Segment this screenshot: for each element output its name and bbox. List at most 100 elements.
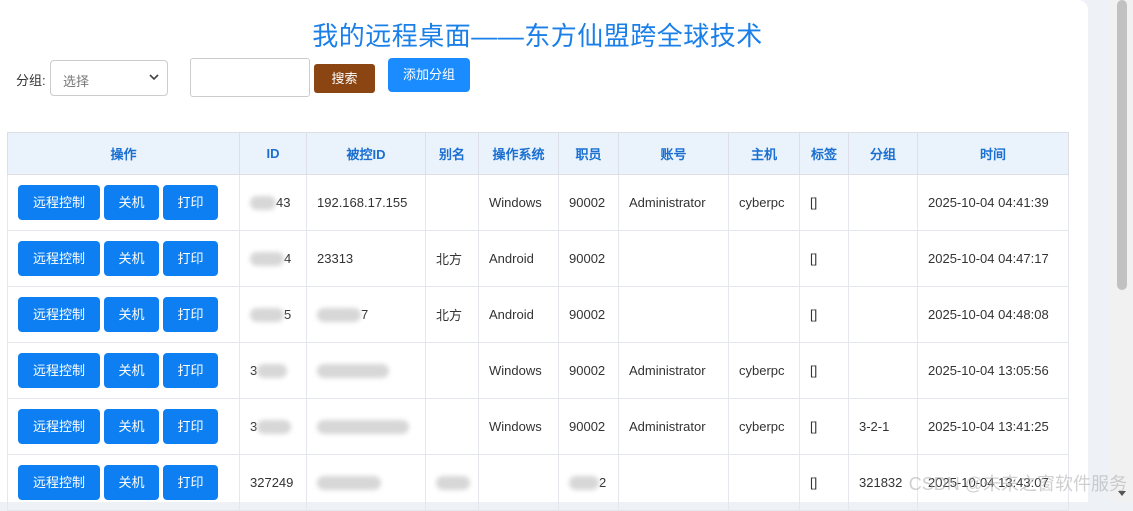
- redacted-blur: [250, 308, 284, 323]
- cell-os: Windows: [478, 398, 559, 455]
- cell-account: Administrator: [618, 398, 729, 455]
- cell-tag: []: [799, 454, 849, 511]
- scrollbar-thumb[interactable]: [1117, 0, 1127, 290]
- remote-control-button[interactable]: 远程控制: [18, 409, 100, 444]
- cell-staff: 90002: [558, 342, 619, 399]
- print-button[interactable]: 打印: [163, 241, 218, 276]
- cell-time: 2025-10-04 04:41:39: [917, 174, 1069, 231]
- col-header-tag: 标签: [799, 132, 849, 175]
- print-button[interactable]: 打印: [163, 409, 218, 444]
- col-header-group: 分组: [848, 132, 918, 175]
- shutdown-button[interactable]: 关机: [104, 465, 159, 500]
- device-table: 操作 ID 被控ID 别名 操作系统 职员 账号 主机 标签 分组 时间 远程控…: [7, 132, 1069, 511]
- cell-host: cyberpc: [728, 342, 800, 399]
- add-group-button[interactable]: 添加分组: [388, 58, 470, 92]
- vertical-scrollbar[interactable]: [1110, 0, 1133, 502]
- cell-staff: 90002: [558, 398, 619, 455]
- cell-alias: [425, 454, 479, 511]
- cell-host: [728, 230, 800, 287]
- cell-host: cyberpc: [728, 398, 800, 455]
- table-row: 远程控制 关机 打印 5 7 北方 Android 90002 [] 2025-10…: [7, 286, 1069, 343]
- cell-controlled-id: [306, 342, 426, 399]
- cell-tag: []: [799, 398, 849, 455]
- col-header-os: 操作系统: [478, 132, 559, 175]
- cell-tag: []: [799, 174, 849, 231]
- shutdown-button[interactable]: 关机: [104, 185, 159, 220]
- cell-time: 2025-10-04 13:05:56: [917, 342, 1069, 399]
- cell-group: [848, 174, 918, 231]
- cell-staff: 90002: [558, 286, 619, 343]
- cell-alias: [425, 398, 479, 455]
- row-actions: 远程控制 关机 打印: [7, 230, 240, 287]
- redacted-blur: [436, 476, 470, 491]
- chevron-down-icon: [149, 74, 159, 81]
- remote-control-button[interactable]: 远程控制: [18, 465, 100, 500]
- cell-staff: 90002: [558, 230, 619, 287]
- cell-os: [478, 454, 559, 511]
- print-button[interactable]: 打印: [163, 297, 218, 332]
- row-actions: 远程控制 关机 打印: [7, 342, 240, 399]
- redacted-blur: [569, 476, 599, 491]
- group-select-value: 选择: [63, 74, 90, 89]
- cell-alias: 北方: [425, 286, 479, 343]
- cell-id: 43: [239, 174, 307, 231]
- print-button[interactable]: 打印: [163, 353, 218, 388]
- print-button[interactable]: 打印: [163, 185, 218, 220]
- search-button[interactable]: 搜索: [314, 64, 375, 93]
- col-header-host: 主机: [728, 132, 800, 175]
- print-button[interactable]: 打印: [163, 465, 218, 500]
- id-text: 5: [284, 306, 292, 322]
- cell-os: Windows: [478, 174, 559, 231]
- cell-controlled-id: [306, 454, 426, 511]
- cell-id: 5: [239, 286, 307, 343]
- cell-account: [618, 454, 729, 511]
- row-actions: 远程控制 关机 打印: [7, 398, 240, 455]
- table-row: 远程控制 关机 打印 3 Windows 90002 Administrator c…: [7, 398, 1069, 455]
- row-actions: 远程控制 关机 打印: [7, 174, 240, 231]
- search-input[interactable]: [190, 58, 310, 97]
- cell-alias: [425, 342, 479, 399]
- cell-controlled-id: [306, 398, 426, 455]
- col-header-id: ID: [239, 132, 307, 175]
- shutdown-button[interactable]: 关机: [104, 241, 159, 276]
- col-header-staff: 职员: [558, 132, 619, 175]
- shutdown-button[interactable]: 关机: [104, 297, 159, 332]
- cell-os: Android: [478, 286, 559, 343]
- cell-tag: []: [799, 230, 849, 287]
- remote-control-button[interactable]: 远程控制: [18, 185, 100, 220]
- remote-control-button[interactable]: 远程控制: [18, 297, 100, 332]
- page-title: 我的远程桌面——东方仙盟跨全球技术: [312, 21, 763, 51]
- cell-host: [728, 454, 800, 511]
- remote-control-button[interactable]: 远程控制: [18, 241, 100, 276]
- redacted-blur: [317, 364, 389, 379]
- group-label: 分组:: [16, 73, 46, 88]
- cell-host: cyberpc: [728, 174, 800, 231]
- cell-alias: [425, 174, 479, 231]
- redacted-blur: [250, 252, 284, 267]
- controlled-id-text: 7: [361, 306, 369, 322]
- cell-account: [618, 230, 729, 287]
- redacted-blur: [317, 420, 409, 435]
- id-text: 3: [250, 362, 258, 378]
- table-header-row: 操作 ID 被控ID 别名 操作系统 职员 账号 主机 标签 分组 时间: [7, 132, 1069, 175]
- shutdown-button[interactable]: 关机: [104, 409, 159, 444]
- shutdown-button[interactable]: 关机: [104, 353, 159, 388]
- redacted-blur: [250, 196, 276, 211]
- cell-time: 2025-10-04 04:47:17: [917, 230, 1069, 287]
- cell-os: Windows: [478, 342, 559, 399]
- cell-time: 2025-10-04 04:48:08: [917, 286, 1069, 343]
- table-row: 远程控制 关机 打印 3 Windows 90002 Administrator c…: [7, 342, 1069, 399]
- remote-control-button[interactable]: 远程控制: [18, 353, 100, 388]
- cell-group: [848, 230, 918, 287]
- table-row: 远程控制 关机 打印 4 23313 北方 Android 90002 [] 202…: [7, 230, 1069, 287]
- cell-os: Android: [478, 230, 559, 287]
- cell-controlled-id: 192.168.17.155: [306, 174, 426, 231]
- cell-controlled-id: 7: [306, 286, 426, 343]
- id-text: 43: [276, 194, 291, 210]
- cell-group: 3-2-1: [848, 398, 918, 455]
- redacted-blur: [257, 420, 292, 435]
- col-header-controlled-id: 被控ID: [306, 132, 426, 175]
- main-card: 我的远程桌面——东方仙盟跨全球技术 分组: 选择 搜索 添加分组 操作 ID 被…: [0, 0, 1088, 511]
- col-header-time: 时间: [917, 132, 1069, 175]
- group-select[interactable]: 选择: [50, 60, 168, 96]
